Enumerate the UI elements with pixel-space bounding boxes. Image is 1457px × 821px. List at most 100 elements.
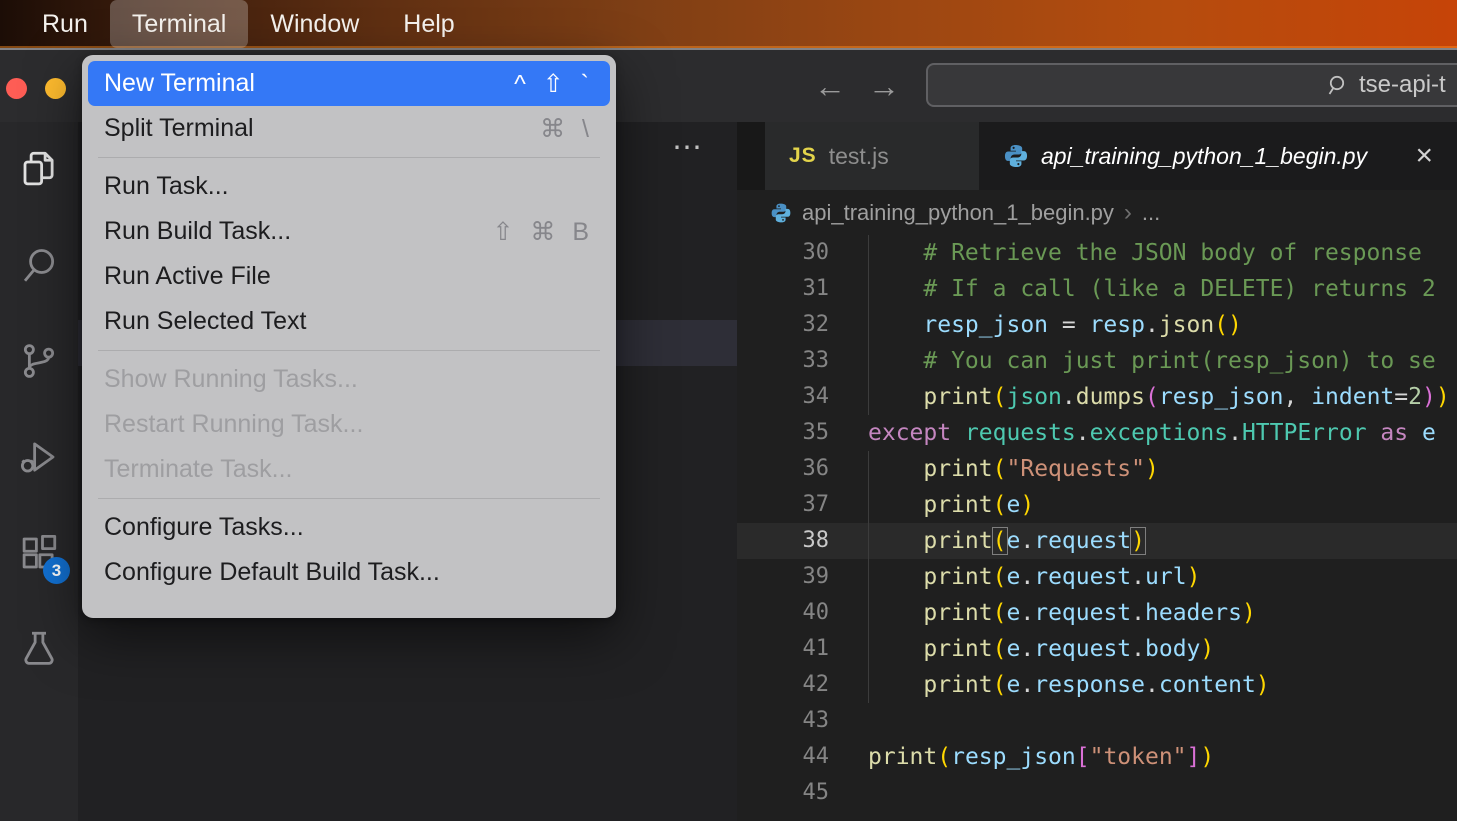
code-token: e <box>1007 492 1021 518</box>
code-line[interactable]: 44 print(resp_json["token"]) <box>737 739 1457 775</box>
code-token: HTTPError <box>1242 420 1367 446</box>
tab-test-js[interactable]: JStest.js <box>765 122 979 190</box>
breadcrumb[interactable]: api_training_python_1_begin.py › ... <box>737 190 1457 235</box>
code-line[interactable]: 41 print(e.request.body) <box>737 631 1457 667</box>
menu-item-shortcut: ^ ⇧ ` <box>514 69 594 99</box>
code-token: ( <box>993 528 1007 554</box>
code-token: request <box>1034 636 1131 662</box>
code-token: . <box>1020 528 1034 554</box>
line-content: print(e.request.headers) <box>868 595 1256 631</box>
line-content: except requests.exceptions.HTTPError as … <box>868 415 1436 451</box>
code-token: , <box>1283 384 1311 410</box>
code-token <box>868 492 923 518</box>
code-token: print <box>923 456 992 482</box>
navigate-back-button[interactable]: ← <box>810 64 850 108</box>
menu-separator <box>82 492 616 505</box>
activity-bar: 3 <box>0 122 78 821</box>
code-token: ) <box>1145 456 1159 482</box>
sidebar-more-actions-button[interactable]: ⋯ <box>672 130 706 165</box>
code-line[interactable]: 43 <box>737 703 1457 739</box>
code-token: = <box>1048 312 1090 338</box>
code-token: e <box>1007 564 1021 590</box>
tab-label: api_training_python_1_begin.py <box>1041 143 1367 170</box>
menu-item-label: Restart Running Task... <box>104 410 363 439</box>
code-line[interactable]: 37 print(e) <box>737 487 1457 523</box>
menu-item-label: Run Active File <box>104 262 271 291</box>
code-token: e <box>1007 636 1021 662</box>
menu-item-run-active-file[interactable]: Run Active File <box>88 254 610 299</box>
menu-separator <box>82 344 616 357</box>
code-token: . <box>1076 420 1090 446</box>
menubar-item-help[interactable]: Help <box>381 0 476 48</box>
code-token: print <box>923 384 992 410</box>
line-number: 44 <box>737 739 829 775</box>
activity-bar-item-search[interactable] <box>0 226 78 304</box>
menu-item-run-build-task[interactable]: Run Build Task...⇧ ⌘ B <box>88 209 610 254</box>
line-number: 42 <box>737 667 829 703</box>
code-token: ( <box>993 600 1007 626</box>
menu-item-run-task[interactable]: Run Task... <box>88 164 610 209</box>
menu-item-label: Run Build Task... <box>104 217 291 246</box>
macos-menu-bar: RunTerminalWindowHelp <box>0 0 1457 48</box>
code-line[interactable]: 38 print(e.request) <box>737 523 1457 559</box>
menu-item-new-terminal[interactable]: New Terminal^ ⇧ ` <box>88 61 610 106</box>
command-center-search[interactable]: tse-api-t <box>926 63 1457 107</box>
code-token: . <box>1131 600 1145 626</box>
line-number: 40 <box>737 595 829 631</box>
code-line[interactable]: 32 resp_json = resp.json() <box>737 307 1457 343</box>
breadcrumb-file[interactable]: api_training_python_1_begin.py <box>802 200 1114 226</box>
code-line[interactable]: 42 print(e.response.content) <box>737 667 1457 703</box>
line-number: 31 <box>737 271 829 307</box>
extensions-badge: 3 <box>43 557 70 584</box>
menu-item-run-selected-text[interactable]: Run Selected Text <box>88 299 610 344</box>
tab-close-icon[interactable]: × <box>1415 141 1433 171</box>
line-content: # If a call (like a DELETE) returns 2 <box>868 271 1436 307</box>
tab-label: test.js <box>829 143 889 170</box>
menubar-item-terminal[interactable]: Terminal <box>110 0 248 48</box>
menu-item-configure-tasks[interactable]: Configure Tasks... <box>88 505 610 550</box>
breadcrumb-symbol[interactable]: ... <box>1142 200 1160 226</box>
code-token: ) <box>1200 744 1214 770</box>
code-token: resp <box>1090 312 1145 338</box>
activity-bar-item-source-control[interactable] <box>0 322 78 400</box>
command-center-content: tse-api-t <box>1326 65 1446 105</box>
code-token: . <box>1145 672 1159 698</box>
menu-item-restart-running-task: Restart Running Task... <box>88 402 610 447</box>
navigate-forward-button[interactable]: → <box>864 64 904 108</box>
code-token: request <box>1034 600 1131 626</box>
editor-region: JStest.js api_training_python_1_begin.py… <box>737 122 1457 821</box>
code-line[interactable]: 40 print(e.request.headers) <box>737 595 1457 631</box>
code-line[interactable]: 45 <box>737 775 1457 811</box>
menu-item-terminate-task: Terminate Task... <box>88 447 610 492</box>
line-number: 33 <box>737 343 829 379</box>
code-token <box>951 420 965 446</box>
menu-item-configure-default-build-task[interactable]: Configure Default Build Task... <box>88 550 610 595</box>
line-content: # Retrieve the JSON body of response <box>868 235 1422 271</box>
activity-bar-item-testing[interactable] <box>0 610 78 688</box>
tab-api-training-python-1-begin-py[interactable]: api_training_python_1_begin.py × <box>979 122 1457 190</box>
code-token: print <box>923 600 992 626</box>
activity-bar-item-extensions[interactable]: 3 <box>0 514 78 592</box>
menu-item-split-terminal[interactable]: Split Terminal⌘ \ <box>88 106 610 151</box>
menubar-item-window[interactable]: Window <box>248 0 381 48</box>
line-content: print(resp_json["token"]) <box>868 739 1214 775</box>
line-number: 43 <box>737 703 829 739</box>
code-line[interactable]: 34 print(json.dumps(resp_json, indent=2)… <box>737 379 1457 415</box>
code-line[interactable]: 36 print("Requests") <box>737 451 1457 487</box>
code-token <box>868 636 923 662</box>
code-line[interactable]: 35except requests.exceptions.HTTPError a… <box>737 415 1457 451</box>
code-line[interactable]: 31 # If a call (like a DELETE) returns 2 <box>737 271 1457 307</box>
code-token: print <box>923 672 992 698</box>
code-editor[interactable]: 30 # Retrieve the JSON body of response3… <box>737 235 1457 811</box>
code-token: # If a call (like a DELETE) returns 2 <box>923 276 1435 302</box>
code-token: ) <box>1187 564 1201 590</box>
code-line[interactable]: 30 # Retrieve the JSON body of response <box>737 235 1457 271</box>
minimize-window-button[interactable] <box>45 78 66 99</box>
code-line[interactable]: 39 print(e.request.url) <box>737 559 1457 595</box>
menubar-item-run[interactable]: Run <box>20 0 110 48</box>
activity-bar-item-explorer[interactable] <box>0 130 78 208</box>
activity-bar-item-run-and-debug[interactable] <box>0 418 78 496</box>
close-window-button[interactable] <box>6 78 27 99</box>
line-number: 39 <box>737 559 829 595</box>
code-line[interactable]: 33 # You can just print(resp_json) to se <box>737 343 1457 379</box>
